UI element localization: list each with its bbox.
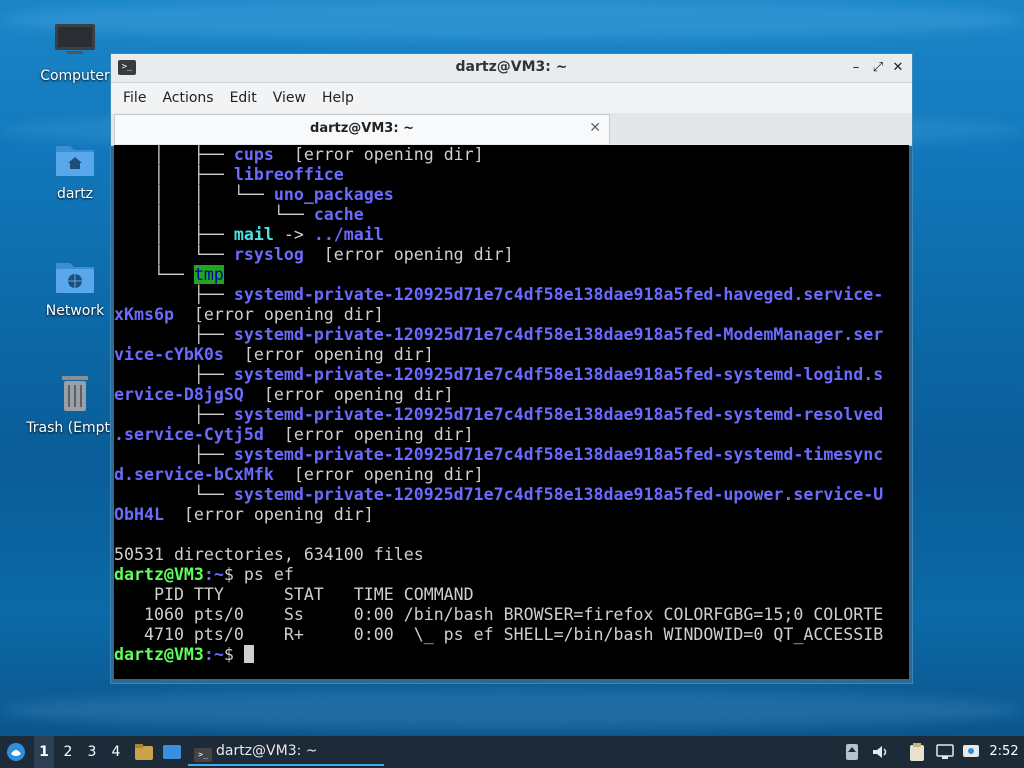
window-titlebar[interactable]: >_ dartz@VM3: ~ – ⤢ ✕ (111, 54, 912, 83)
tab-label: dartz@VM3: ~ (310, 121, 414, 136)
workspace-4[interactable]: 4 (106, 736, 126, 768)
network-icon[interactable] (934, 736, 956, 768)
tray-arrow-icon[interactable] (842, 736, 862, 768)
trash-icon (53, 372, 97, 414)
menu-edit[interactable]: Edit (222, 90, 265, 106)
volume-icon[interactable] (868, 736, 892, 768)
menu-actions[interactable]: Actions (154, 90, 221, 106)
ps-header: PID TTY STAT TIME COMMAND (114, 585, 474, 604)
taskbar-task-terminal[interactable]: >_ dartz@VM3: ~ (188, 738, 384, 766)
network-folder-icon (53, 255, 97, 297)
ps-row: 1060 pts/0 Ss 0:00 /bin/bash BROWSER=fir… (114, 605, 884, 624)
terminal-summary: 50531 directories, 634100 files (114, 545, 424, 564)
terminal-cursor (243, 645, 254, 663)
terminal-line: │ ├── mail -> ../mail (114, 225, 384, 244)
terminal-line: │ └── rsyslog [error opening dir] (114, 245, 514, 264)
menu-help[interactable]: Help (314, 90, 362, 106)
terminal-line: ├── systemd-private-120925d71e7c4df58e13… (114, 405, 884, 424)
terminal-task-icon: >_ (194, 748, 212, 762)
start-menu-icon[interactable] (4, 736, 28, 768)
close-button[interactable]: ✕ (888, 58, 908, 78)
home-folder-icon (53, 138, 97, 180)
window-title: dartz@VM3: ~ (455, 59, 568, 75)
taskbar-task-label: dartz@VM3: ~ (216, 743, 318, 759)
taskbar: 1 2 3 4 >_ dartz@VM3: ~ 2:52 (0, 735, 1024, 768)
workspace-1[interactable]: 1 (34, 736, 54, 768)
menubar: File Actions Edit View Help (111, 83, 912, 113)
terminal-line: ├── systemd-private-120925d71e7c4df58e13… (114, 365, 884, 384)
file-manager-icon[interactable] (132, 736, 156, 768)
terminal-line: └── tmp (114, 265, 224, 284)
menu-view[interactable]: View (265, 90, 314, 106)
terminal-line: │ ├── libreoffice (114, 165, 344, 184)
terminal-window: >_ dartz@VM3: ~ – ⤢ ✕ File Actions Edit … (110, 53, 913, 684)
tmp-dir-highlight: tmp (193, 265, 224, 284)
workspace-2[interactable]: 2 (58, 736, 78, 768)
terminal-line: ervice-D8jgSQ [error opening dir] (114, 385, 454, 404)
terminal-line: ObH4L [error opening dir] (114, 505, 374, 524)
terminal-line: xKms6p [error opening dir] (114, 305, 384, 324)
terminal-line: └── systemd-private-120925d71e7c4df58e13… (114, 485, 884, 504)
clipboard-icon[interactable] (906, 736, 928, 768)
terminal-line: .service-Cytj5d [error opening dir] (114, 425, 474, 444)
menu-file[interactable]: File (115, 90, 154, 106)
terminal-line: ├── systemd-private-120925d71e7c4df58e13… (114, 445, 884, 464)
terminal-line: ├── systemd-private-120925d71e7c4df58e13… (114, 325, 884, 344)
terminal-line: ├── systemd-private-120925d71e7c4df58e13… (114, 285, 884, 304)
tab-bar: dartz@VM3: ~ ✕ (111, 113, 912, 146)
minimize-button[interactable]: – (846, 58, 866, 78)
terminal-line: vice-cYbK0s [error opening dir] (114, 345, 434, 364)
maximize-button[interactable]: ⤢ (868, 58, 888, 78)
terminal-line: │ │ └── cache (114, 205, 364, 224)
terminal-line: d.service-bCxMfk [error opening dir] (114, 465, 484, 484)
show-desktop-icon[interactable] (160, 736, 184, 768)
terminal-prompt-line: dartz@VM3:~$ (114, 645, 909, 665)
ps-row: 4710 pts/0 R+ 0:00 \_ ps ef SHELL=/bin/b… (114, 625, 884, 644)
clock[interactable]: 2:52 (986, 736, 1022, 768)
tab-terminal[interactable]: dartz@VM3: ~ ✕ (114, 114, 610, 144)
computer-icon (53, 20, 97, 62)
terminal-line: │ │ └── uno_packages (114, 185, 394, 204)
tab-close-icon[interactable]: ✕ (589, 120, 601, 136)
terminal-output[interactable]: │ ├── cups [error opening dir] │ ├── lib… (114, 145, 909, 679)
terminal-line: │ ├── cups [error opening dir] (114, 145, 484, 164)
notification-icon[interactable] (960, 736, 982, 768)
terminal-prompt-line: dartz@VM3:~$ ps ef (114, 565, 294, 584)
workspace-3[interactable]: 3 (82, 736, 102, 768)
